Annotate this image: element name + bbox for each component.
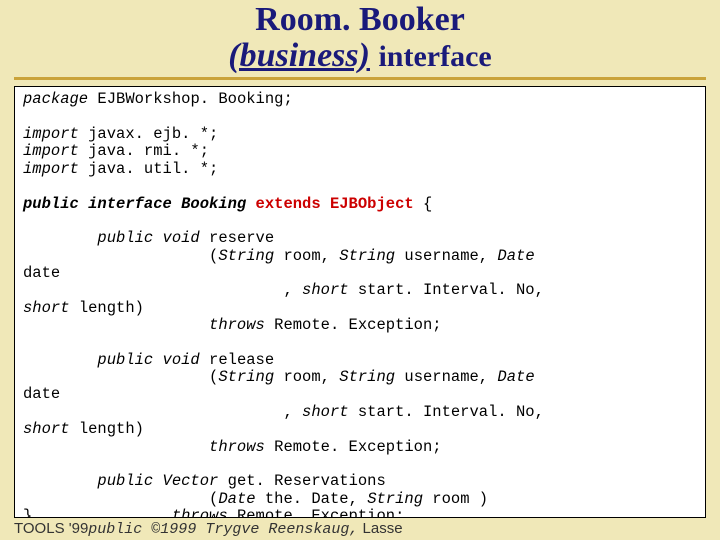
kw-short: short <box>302 403 349 421</box>
kw-short: short <box>23 420 70 438</box>
title-line-1: Room. Booker <box>0 2 720 38</box>
kw-public-void: public void <box>97 229 199 247</box>
kw-short: short <box>23 299 70 317</box>
kw-date: Date <box>218 490 255 508</box>
code-box: package EJBWorkshop. Booking; import jav… <box>14 86 706 518</box>
kw-short: short <box>302 281 349 299</box>
footer-left: TOOLS '99 <box>14 520 88 537</box>
kw-package: package <box>23 90 88 108</box>
import-1: javax. ejb. *; <box>79 125 219 143</box>
kw-throws: throws <box>172 507 228 518</box>
kw-import: import <box>23 125 79 143</box>
kw-throws: throws <box>209 316 265 334</box>
title-line-2: (business) interface <box>0 38 720 74</box>
kw-string: String <box>218 247 274 265</box>
kw-string: String <box>339 368 395 386</box>
kw-public-void: public void <box>97 351 199 369</box>
extends-clause: extends EJBObject <box>256 195 414 213</box>
import-2: java. rmi. *; <box>79 142 209 160</box>
kw-date: Date <box>497 247 534 265</box>
title-business: (business) <box>228 37 370 74</box>
title-interface: interface <box>378 40 491 73</box>
kw-import: import <box>23 160 79 178</box>
kw-string: String <box>339 247 395 265</box>
kw-import: import <box>23 142 79 160</box>
footer-right: Lasse <box>358 520 402 537</box>
footer: TOOLS '99public ©1999 Trygve Reenskaug, … <box>14 520 706 538</box>
pkg-name: EJBWorkshop. Booking; <box>88 90 293 108</box>
import-3: java. util. *; <box>79 160 219 178</box>
open-brace: { <box>414 195 433 213</box>
pub-interface: public interface Booking <box>23 195 256 213</box>
kw-string: String <box>367 490 423 508</box>
kw-throws: throws <box>209 438 265 456</box>
kw-public-vector: public Vector <box>97 472 218 490</box>
divider <box>14 77 706 80</box>
slide-header: Room. Booker (business) interface <box>0 0 720 73</box>
kw-string: String <box>218 368 274 386</box>
kw-date: Date <box>497 368 534 386</box>
footer-mono: public ©1999 Trygve Reenskaug, <box>88 521 358 538</box>
